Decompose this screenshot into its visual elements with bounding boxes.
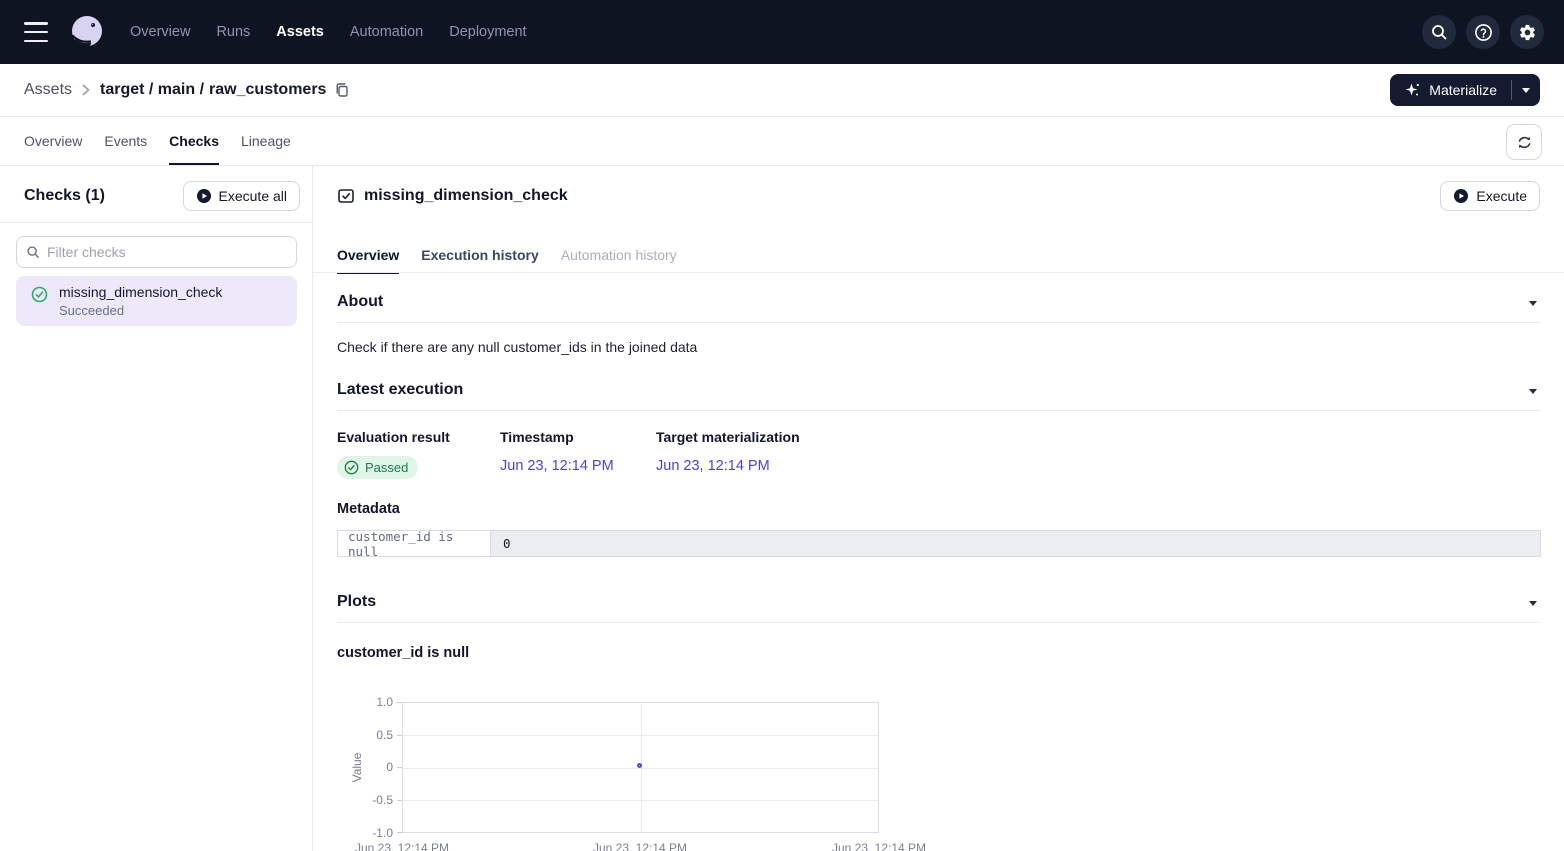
y-tick: 1.0 [337,695,393,709]
divider [337,410,1541,411]
timestamp-link[interactable]: Jun 23, 12:14 PM [500,458,614,474]
metadata-heading: Metadata [337,501,400,517]
plot-area [402,702,879,833]
target-materialization-link[interactable]: Jun 23, 12:14 PM [656,458,770,474]
top-navigation: Overview Runs Assets Automation Deployme… [0,0,1564,64]
about-collapse-caret-icon[interactable] [1529,301,1537,306]
about-heading: About [337,293,383,311]
execute-button[interactable]: Execute [1440,181,1540,211]
check-item-name: missing_dimension_check [59,284,222,300]
tab-events[interactable]: Events [104,117,147,165]
check-detail-tabs: Overview Execution history Automation hi… [337,237,677,273]
plots-heading: Plots [337,593,376,611]
copy-button[interactable] [334,82,350,98]
dagster-logo-icon [68,13,106,51]
nav-item-automation[interactable]: Automation [350,24,423,40]
tab-overview[interactable]: Overview [24,117,82,165]
search-icon [26,245,40,259]
breadcrumb-assets-link[interactable]: Assets [24,81,72,99]
help-button[interactable] [1466,15,1500,49]
data-point [637,763,642,768]
settings-button[interactable] [1510,15,1544,49]
plots-collapse-caret-icon[interactable] [1529,601,1537,606]
tab-execution-history[interactable]: Execution history [421,237,538,273]
filter-checks-input[interactable] [47,244,287,260]
chevron-right-icon [82,84,90,96]
y-tick: 0.5 [337,728,393,742]
check-item-status: Succeeded [59,303,222,318]
check-title: missing_dimension_check [364,187,568,205]
filter-checks-field [16,236,297,268]
gear-icon [1518,23,1537,42]
latest-execution-heading: Latest execution [337,381,463,399]
tab-check-overview[interactable]: Overview [337,237,399,273]
help-icon [1474,23,1493,42]
execute-all-button[interactable]: Execute all [183,181,300,211]
divider [313,272,1564,273]
tab-automation-history[interactable]: Automation history [561,237,677,273]
checks-panel-title: Checks (1) [24,187,105,205]
passed-badge-label: Passed [365,460,408,475]
tab-checks[interactable]: Checks [169,117,219,165]
breadcrumb-row: Assets target / main / raw_customers Mat… [0,64,1564,117]
breadcrumb-path: target / main / [100,81,204,99]
nav-item-runs[interactable]: Runs [216,24,250,40]
execute-all-label: Execute all [219,188,287,204]
asset-tabs: Overview Events Checks Lineage [0,117,1564,166]
x-tick: Jun 23, 12:14 PM [824,841,934,851]
check-document-icon [337,187,355,205]
plot-title: customer_id is null [337,645,469,661]
check-circle-icon [31,286,48,303]
execute-label: Execute [1476,188,1527,204]
x-tick: Jun 23, 12:14 PM [347,841,457,851]
check-circle-icon [344,460,359,475]
checks-panel: Checks (1) Execute all miss [0,166,313,851]
y-tick: 0 [337,760,393,774]
check-detail-panel: missing_dimension_check Execute Overview… [313,166,1564,851]
metadata-key: customer_id is null [338,531,491,556]
divider [0,222,312,223]
materialize-split-button: Materialize [1390,74,1540,106]
refresh-icon [1516,134,1533,151]
y-tick: -0.5 [337,793,393,807]
x-tick: Jun 23, 12:14 PM [585,841,695,851]
breadcrumb-asset-name: raw_customers [209,81,326,99]
refresh-button[interactable] [1506,124,1542,160]
check-list-item[interactable]: missing_dimension_check Succeeded [16,276,297,326]
materialize-dropdown-button[interactable] [1512,74,1540,106]
timestamp-label: Timestamp [500,429,574,445]
sparkle-icon [1404,82,1421,99]
menu-icon[interactable] [24,22,52,42]
copy-icon [334,82,350,98]
caret-down-icon [1522,88,1530,93]
tab-lineage[interactable]: Lineage [241,117,291,165]
primary-nav: Overview Runs Assets Automation Deployme… [130,24,527,40]
search-icon [1430,23,1448,41]
divider [337,622,1541,623]
search-button[interactable] [1422,15,1456,49]
play-icon [196,188,212,204]
value-chart: Value 1.0 0.5 0 -0.5 -1.0 Jun 23, 12:14 … [337,702,947,851]
materialize-button[interactable]: Materialize [1390,74,1511,106]
latest-execution-collapse-caret-icon[interactable] [1529,389,1537,394]
materialize-label: Materialize [1429,82,1497,98]
nav-item-assets[interactable]: Assets [276,24,324,40]
y-tick: -1.0 [337,826,393,840]
metadata-value: 0 [491,531,1540,556]
play-icon [1453,188,1469,204]
metadata-table: customer_id is null 0 [337,530,1541,557]
passed-status-badge: Passed [337,456,418,479]
divider [337,322,1541,323]
nav-item-deployment[interactable]: Deployment [449,24,526,40]
about-description: Check if there are any null customer_ids… [337,339,697,355]
nav-item-overview[interactable]: Overview [130,24,190,40]
evaluation-result-label: Evaluation result [337,429,450,445]
target-materialization-label: Target materialization [656,429,800,445]
